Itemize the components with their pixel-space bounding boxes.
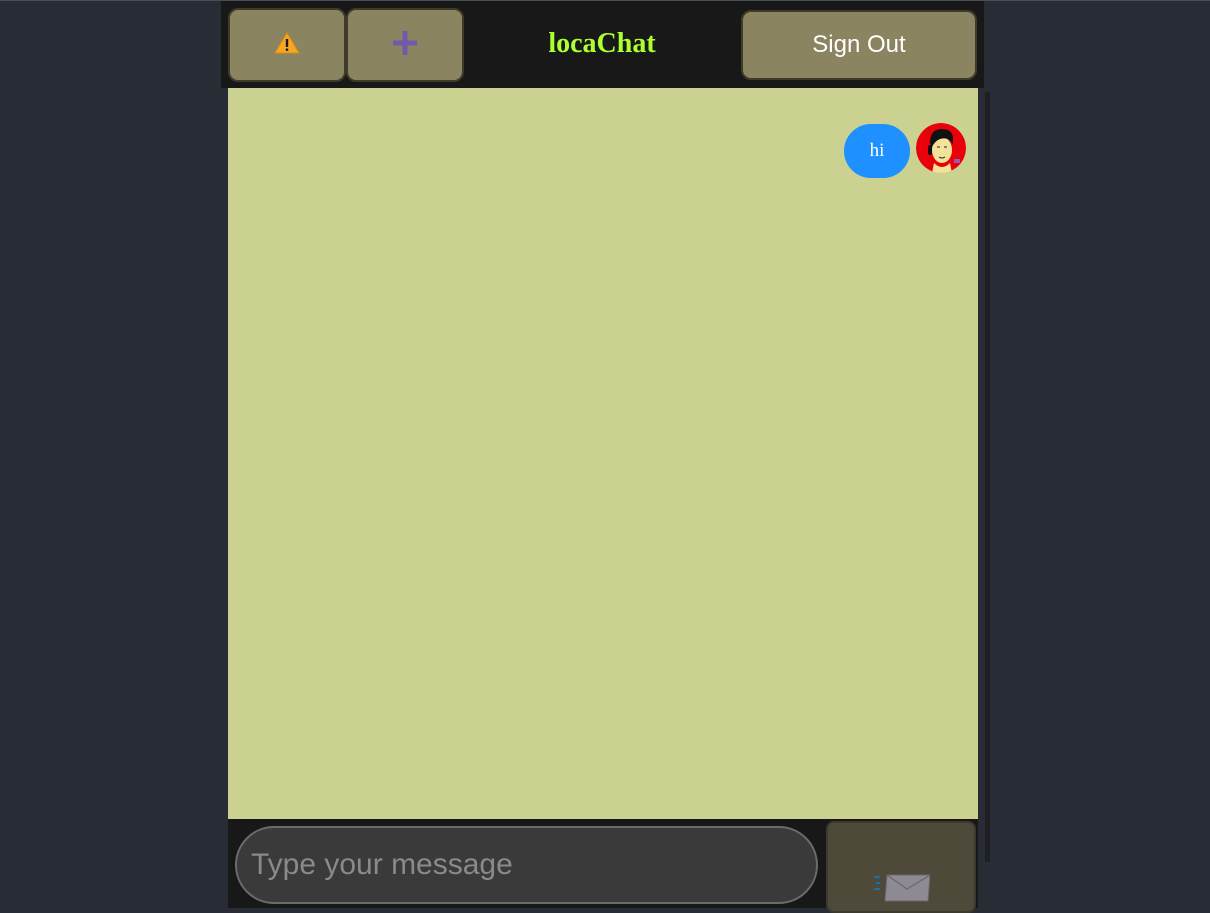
sign-out-button[interactable]: Sign Out [741, 10, 977, 80]
app-header: locaChat Sign Out [221, 1, 984, 88]
send-button[interactable] [826, 821, 976, 913]
chat-scrollbar[interactable] [985, 92, 990, 862]
message-bubble: hi [844, 124, 910, 178]
app-title: locaChat [548, 28, 656, 59]
message-row: hi [844, 123, 966, 178]
chat-messages-area[interactable]: hi [228, 88, 978, 819]
report-button[interactable] [228, 8, 346, 82]
message-input[interactable] [235, 826, 818, 904]
add-button[interactable] [346, 8, 464, 82]
user-avatar [916, 123, 966, 173]
composer-bar [228, 819, 978, 913]
warning-icon [274, 31, 300, 60]
plus-icon [391, 29, 419, 62]
send-mail-icon [872, 871, 931, 908]
chat-app: locaChat Sign Out hi [221, 1, 990, 913]
